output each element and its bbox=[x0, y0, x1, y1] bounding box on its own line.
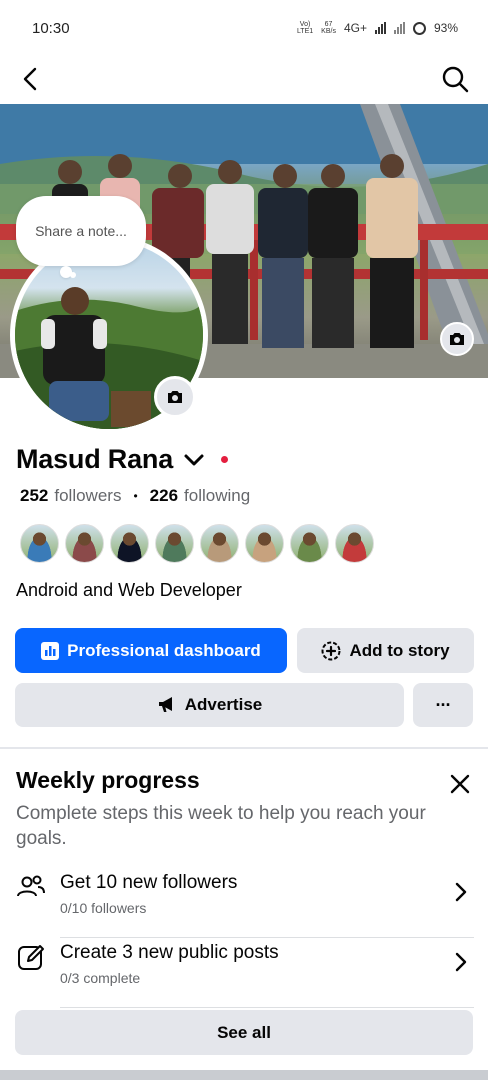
profile-name-row: Masud Rana bbox=[16, 444, 229, 475]
arrow-left-icon bbox=[23, 67, 37, 91]
app-bar bbox=[0, 56, 488, 102]
search-button[interactable] bbox=[440, 64, 470, 94]
search-icon bbox=[442, 66, 469, 93]
friend-avatar[interactable] bbox=[245, 524, 284, 563]
network-type: 4G+ bbox=[343, 21, 367, 35]
stats-separator: • bbox=[133, 489, 138, 503]
camera-icon bbox=[168, 391, 182, 403]
edit-profile-picture-button[interactable] bbox=[154, 376, 196, 418]
chevron-right-icon bbox=[455, 952, 467, 972]
notification-dot bbox=[221, 456, 229, 463]
battery-icon bbox=[412, 21, 426, 35]
status-bar: 10:30 Vo) LTE1 67 KB/s 4G+ 93% bbox=[0, 0, 488, 56]
friend-avatar[interactable] bbox=[200, 524, 239, 563]
dismiss-weekly-progress-button[interactable] bbox=[448, 772, 472, 796]
task-divider bbox=[60, 1007, 474, 1008]
followers-label[interactable]: followers bbox=[54, 486, 121, 506]
friend-avatar[interactable] bbox=[110, 524, 149, 563]
signal-icon bbox=[374, 22, 386, 34]
weekly-progress-title: Weekly progress bbox=[16, 767, 200, 793]
weekly-progress-subtitle: Complete steps this week to help you rea… bbox=[16, 803, 426, 849]
task-title: Get 10 new followers bbox=[60, 872, 238, 893]
dashboard-icon bbox=[41, 641, 60, 660]
chevron-down-icon[interactable] bbox=[183, 452, 205, 468]
following-count[interactable]: 226 bbox=[150, 486, 178, 506]
battery-level: 93% bbox=[433, 21, 458, 35]
friend-avatar[interactable] bbox=[335, 524, 374, 563]
volte-indicator: Vo) LTE1 bbox=[296, 21, 314, 35]
followers-count[interactable]: 252 bbox=[20, 486, 48, 506]
section-separator bbox=[0, 1070, 488, 1080]
task-create-posts[interactable]: Create 3 new public posts 0/3 complete bbox=[0, 938, 488, 1008]
signal-icon bbox=[393, 22, 405, 34]
see-all-button[interactable]: See all bbox=[15, 1010, 473, 1055]
task-title: Create 3 new public posts bbox=[60, 942, 279, 963]
friend-avatar[interactable] bbox=[20, 524, 59, 563]
follow-stats: 252 followers • 226 following bbox=[20, 486, 250, 506]
section-divider bbox=[0, 747, 488, 749]
close-icon bbox=[450, 774, 470, 794]
see-all-label: See all bbox=[217, 1022, 271, 1042]
megaphone-icon bbox=[158, 697, 172, 712]
advertise-label: Advertise bbox=[184, 695, 263, 714]
add-story-icon bbox=[321, 641, 341, 660]
task-get-followers[interactable]: Get 10 new followers 0/10 followers bbox=[0, 868, 488, 938]
back-button[interactable] bbox=[16, 64, 46, 94]
add-to-story-label: Add to story bbox=[349, 640, 450, 660]
profile-name: Masud Rana bbox=[16, 444, 174, 474]
people-icon bbox=[17, 875, 45, 897]
task-progress: 0/3 complete bbox=[60, 970, 141, 986]
status-indicators: Vo) LTE1 67 KB/s 4G+ 93% bbox=[297, 21, 458, 35]
edit-cover-button[interactable] bbox=[440, 322, 474, 356]
professional-dashboard-button[interactable]: Professional dashboard bbox=[15, 628, 287, 673]
more-icon: ··· bbox=[435, 695, 452, 715]
task-progress: 0/10 followers bbox=[60, 900, 147, 916]
note-placeholder: Share a note... bbox=[35, 223, 127, 239]
friends-avatars bbox=[20, 524, 374, 563]
share-note-bubble[interactable]: Share a note... bbox=[16, 196, 146, 266]
chevron-right-icon bbox=[455, 882, 467, 902]
speed-indicator: 67 KB/s bbox=[321, 21, 336, 35]
more-options-button[interactable]: ··· bbox=[413, 683, 473, 727]
profile-bio: Android and Web Developer bbox=[16, 580, 242, 600]
status-time: 10:30 bbox=[32, 19, 70, 37]
edit-icon bbox=[18, 945, 44, 970]
professional-dashboard-label: Professional dashboard bbox=[67, 640, 261, 660]
friend-avatar[interactable] bbox=[155, 524, 194, 563]
note-bubble-tail-small bbox=[70, 272, 76, 278]
friend-avatar[interactable] bbox=[65, 524, 104, 563]
add-to-story-button[interactable]: Add to story bbox=[297, 628, 474, 673]
friend-avatar[interactable] bbox=[290, 524, 329, 563]
advertise-button[interactable]: Advertise bbox=[15, 683, 404, 727]
camera-icon bbox=[450, 333, 464, 345]
following-label[interactable]: following bbox=[184, 486, 250, 506]
